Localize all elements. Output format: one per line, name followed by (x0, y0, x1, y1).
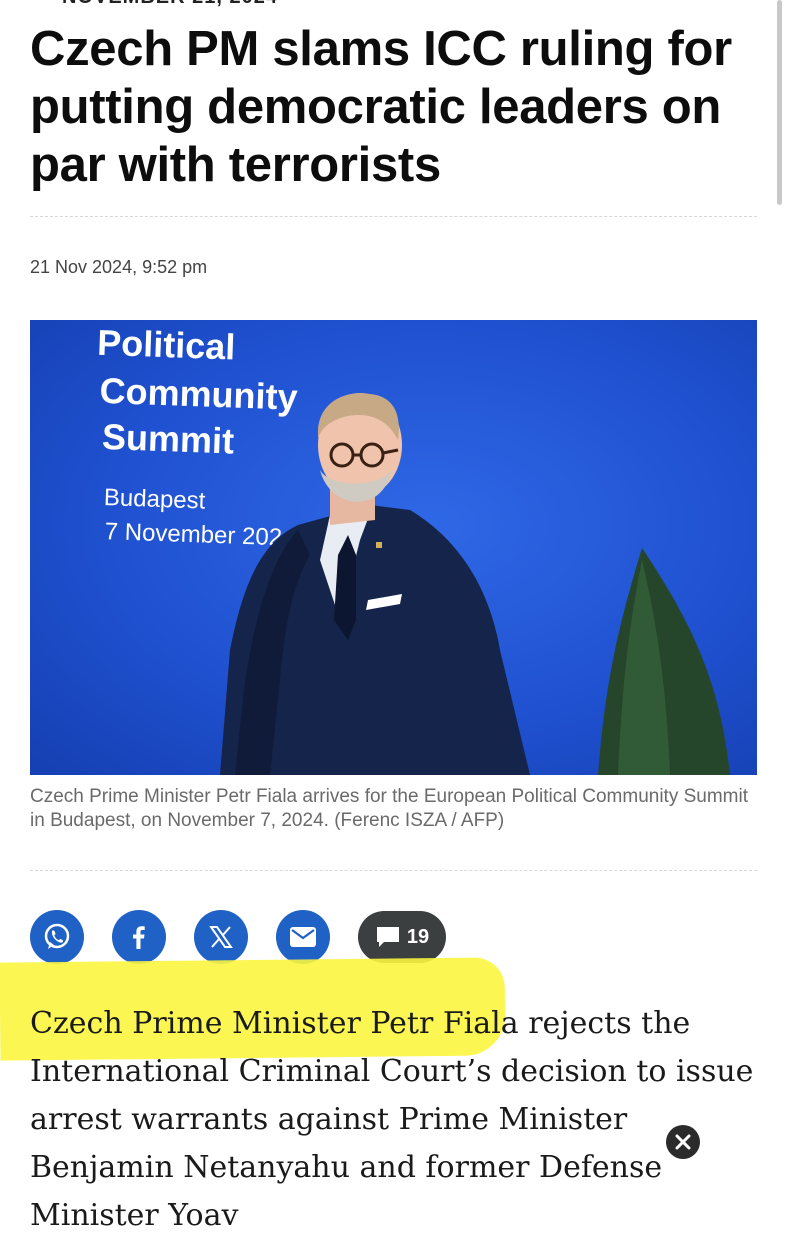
x-icon (209, 926, 233, 948)
share-facebook-button[interactable] (112, 910, 166, 964)
photo-illustration: Political Community Summit Budapest 7 No… (30, 320, 757, 775)
article-headline: Czech PM slams ICC ruling for putting de… (30, 22, 732, 192)
top-date: NOVEMBER 21, 2024 (62, 0, 278, 9)
comments-button[interactable]: 19 (358, 911, 446, 963)
divider (30, 870, 757, 871)
backdrop-text: Community (99, 370, 298, 418)
share-x-button[interactable] (194, 910, 248, 964)
highlighted-phrase: Czech Prime Minister Petr Fiala (30, 1006, 519, 1041)
photo-caption: Czech Prime Minister Petr Fiala arrives … (30, 786, 749, 831)
article-body: Czech Prime Minister Petr Fiala rejects … (30, 1000, 760, 1240)
article-photo[interactable]: Political Community Summit Budapest 7 No… (30, 320, 757, 775)
share-email-button[interactable] (276, 910, 330, 964)
close-icon (675, 1134, 691, 1150)
divider (30, 216, 757, 217)
close-ad-button[interactable] (666, 1125, 700, 1159)
share-whatsapp-button[interactable] (30, 910, 84, 964)
whatsapp-icon (44, 923, 70, 949)
backdrop-text: Summit (101, 416, 234, 462)
mail-icon (290, 927, 316, 947)
facebook-icon (133, 926, 145, 949)
article-timestamp: 21 Nov 2024, 9:52 pm (30, 257, 208, 277)
scrollbar[interactable] (777, 0, 782, 205)
backdrop-text: Political (97, 322, 236, 368)
comment-count: 19 (406, 925, 430, 948)
comment-icon (376, 927, 399, 947)
backdrop-text: Budapest (103, 484, 206, 515)
